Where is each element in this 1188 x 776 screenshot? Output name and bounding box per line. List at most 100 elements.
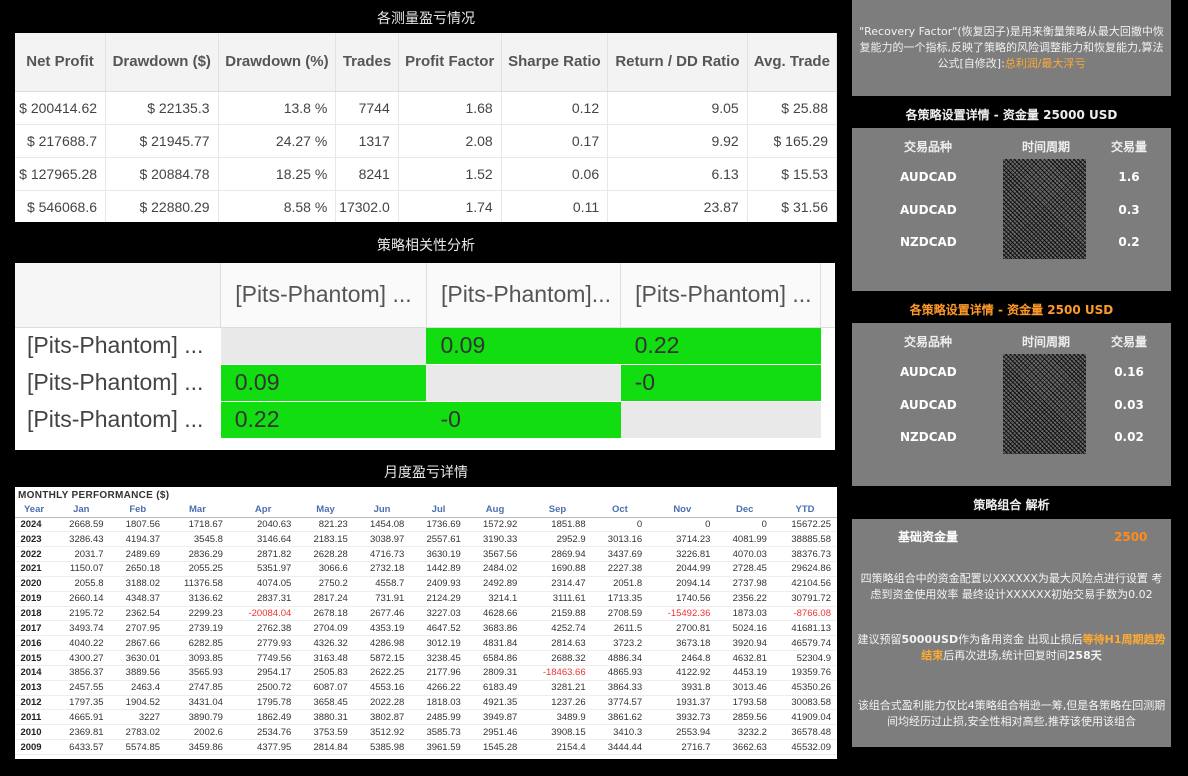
monthly-cell: 2362.54 bbox=[109, 606, 167, 622]
stats-table-panel: Net Profit Drawdown ($) Drawdown (%) Trades… bbox=[15, 33, 837, 222]
corr-cell: 0.22 bbox=[220, 401, 427, 439]
corr-cell: 0.09 bbox=[220, 364, 427, 402]
table-row: $ 546068.6 $ 22880.29 8.58 % 17302.0 1.74 0.1… bbox=[15, 190, 837, 222]
monthly-cell: 45532.09 bbox=[772, 739, 837, 755]
corr-corner bbox=[15, 263, 222, 328]
stats-col-header[interactable]: Return / DD Ratio bbox=[607, 33, 748, 92]
monthly-cell: 5872.15 bbox=[353, 650, 411, 666]
monthly-cell: 1718.67 bbox=[166, 517, 229, 533]
stats-col-header[interactable]: Profit Factor bbox=[398, 33, 502, 92]
combo-panel: 基础资金量 2500 四策略组合中的资金配置以XXXXXX为最大风险点进行设置 … bbox=[852, 519, 1171, 747]
monthly-cell: 5385.98 bbox=[353, 739, 411, 755]
stats-col-header[interactable]: Drawdown ($) bbox=[105, 33, 219, 92]
monthly-cell: 3188.02 bbox=[109, 576, 167, 592]
stats-cell: 1.52 bbox=[398, 157, 502, 191]
stats-col-header[interactable]: Sharpe Ratio bbox=[501, 33, 609, 92]
monthly-cell: 3227.03 bbox=[410, 606, 467, 622]
monthly-cell: 3214.1 bbox=[466, 591, 524, 607]
monthly-cell: 4716.73 bbox=[353, 546, 411, 563]
monthly-cell: 2055.25 bbox=[166, 561, 229, 577]
monthly-cell: 3864.33 bbox=[591, 680, 649, 696]
p2-text: 作为备用资金 出现止损后 bbox=[958, 633, 1083, 646]
monthly-cell: 5024.16 bbox=[716, 620, 773, 637]
monthly-heading: MONTHLY PERFORMANCE ($) bbox=[18, 490, 170, 501]
stats-cell: $ 20884.78 bbox=[105, 157, 219, 191]
settings1-title: 各策略设置详情 - 资金量 25000 USD bbox=[905, 108, 1118, 122]
stats-col-header[interactable]: Drawdown (%) bbox=[218, 33, 337, 92]
corr-cell bbox=[426, 364, 621, 402]
monthly-cell: 3111.61 bbox=[523, 591, 592, 607]
monthly-cell: 4886.34 bbox=[591, 650, 649, 666]
monthly-year: 2011 bbox=[15, 709, 54, 726]
corr-spacer bbox=[820, 327, 835, 365]
combo-paragraph-2: 建议预留5000USD作为备用资金 出现止损后等待H1周期趋势结束后再次进场,统… bbox=[856, 632, 1167, 664]
monthly-cell: -18463.66 bbox=[523, 665, 592, 681]
monthly-cell: 52304.9 bbox=[772, 650, 837, 666]
monthly-cell: 3093.85 bbox=[166, 650, 229, 666]
settings2-lot: 0.03 bbox=[1114, 398, 1144, 412]
p2-text: 建议预留 bbox=[857, 633, 902, 646]
monthly-cell: 731.91 bbox=[353, 591, 411, 607]
monthly-cell: 3146.64 bbox=[228, 531, 298, 548]
monthly-cell: 2952.9 bbox=[523, 531, 592, 548]
monthly-cell: 0 bbox=[591, 517, 649, 533]
table-row: 2020 2055.8 3188.02 11376.58 4074.05 2750.2 45… bbox=[15, 576, 837, 592]
table-row: $ 127965.28 $ 20884.78 18.25 % 8241 1.52 0.06… bbox=[15, 157, 837, 191]
timeframe-redacted-pattern bbox=[1003, 354, 1086, 454]
table-row: 2014 3856.37 3889.56 3565.93 2954.17 2505.83 2… bbox=[15, 665, 837, 681]
monthly-col-header: Jun bbox=[353, 503, 411, 518]
monthly-cell: 2747.85 bbox=[166, 680, 229, 696]
monthly-cell: 3931.8 bbox=[648, 680, 717, 696]
monthly-col-header: Jan bbox=[53, 503, 110, 518]
monthly-cell: 4194.37 bbox=[109, 531, 167, 548]
monthly-cell: 3565.93 bbox=[166, 665, 229, 681]
monthly-cell: 1904.52 bbox=[109, 695, 167, 711]
monthly-cell: 2814.63 bbox=[523, 635, 592, 652]
monthly-cell: 3856.37 bbox=[53, 665, 110, 681]
monthly-cell: 2707.95 bbox=[109, 620, 167, 637]
stats-col-header[interactable]: Avg. Trade bbox=[747, 33, 837, 92]
monthly-cell: 4921.35 bbox=[466, 695, 524, 711]
stats-cell: 9.92 bbox=[607, 124, 748, 158]
correlation-section-title: 策略相关性分析 bbox=[377, 238, 475, 254]
monthly-cell: -20084.04 bbox=[228, 606, 298, 622]
stats-cell: $ 127965.28 bbox=[15, 157, 107, 191]
monthly-section-title: 月度盈亏详情 bbox=[384, 465, 468, 481]
monthly-cell: 2022.28 bbox=[353, 695, 411, 711]
monthly-cell: 3908.15 bbox=[523, 724, 592, 741]
monthly-cell: 30083.58 bbox=[772, 695, 837, 711]
monthly-cell: 3630.19 bbox=[410, 546, 467, 563]
monthly-cell: 2485.99 bbox=[410, 709, 467, 726]
corr-cell: -0 bbox=[620, 364, 821, 402]
monthly-col-header: YTD bbox=[772, 503, 837, 518]
table-row: 2013 2457.55 2463.4 2747.85 2500.72 6087.07 45… bbox=[15, 680, 837, 696]
stats-cell: $ 22880.29 bbox=[105, 190, 219, 222]
monthly-cell: 1150.07 bbox=[53, 561, 110, 577]
monthly-cell: 3630.01 bbox=[109, 650, 167, 666]
p2-text: 后再次进场,统计回复时间 bbox=[943, 649, 1068, 662]
monthly-cell: 3238.45 bbox=[410, 650, 467, 666]
monthly-cell: 4122.92 bbox=[648, 665, 717, 681]
monthly-cell: 2817.24 bbox=[297, 591, 354, 607]
monthly-cell: 2040.63 bbox=[228, 517, 298, 533]
monthly-year: 2014 bbox=[15, 665, 54, 681]
stats-col-header[interactable]: Trades bbox=[335, 33, 399, 92]
settings1-panel: 交易品种 时间周期 交易量 AUDCAD AUDCAD NZDCAD 1.6 0… bbox=[852, 128, 1171, 291]
monthly-cell: 2031.7 bbox=[53, 546, 110, 563]
monthly-cell: 3489.9 bbox=[523, 709, 592, 726]
table-row: [Pits-Phantom] ... 0.22 -0 bbox=[15, 401, 835, 439]
stats-cell: $ 25.88 bbox=[747, 91, 837, 125]
settings2-timeframe-header: 时间周期 bbox=[1022, 335, 1071, 349]
table-row: 2017 3493.74 2707.95 2739.19 2762.38 2704.09 4… bbox=[15, 620, 837, 637]
monthly-cell: 1572.92 bbox=[466, 517, 524, 533]
stats-cell: 7744 bbox=[335, 91, 399, 125]
monthly-cell: 6584.86 bbox=[466, 650, 524, 666]
stats-cell: 8241 bbox=[335, 157, 399, 191]
monthly-cell: 4628.66 bbox=[466, 606, 524, 622]
timeframe-redacted-pattern bbox=[1003, 159, 1086, 259]
monthly-col-header: May bbox=[297, 503, 354, 518]
monthly-cell: 2177.96 bbox=[410, 665, 467, 681]
stats-col-header[interactable]: Net Profit bbox=[15, 33, 107, 92]
monthly-year: 2017 bbox=[15, 620, 54, 637]
monthly-cell: 2660.14 bbox=[53, 591, 110, 607]
